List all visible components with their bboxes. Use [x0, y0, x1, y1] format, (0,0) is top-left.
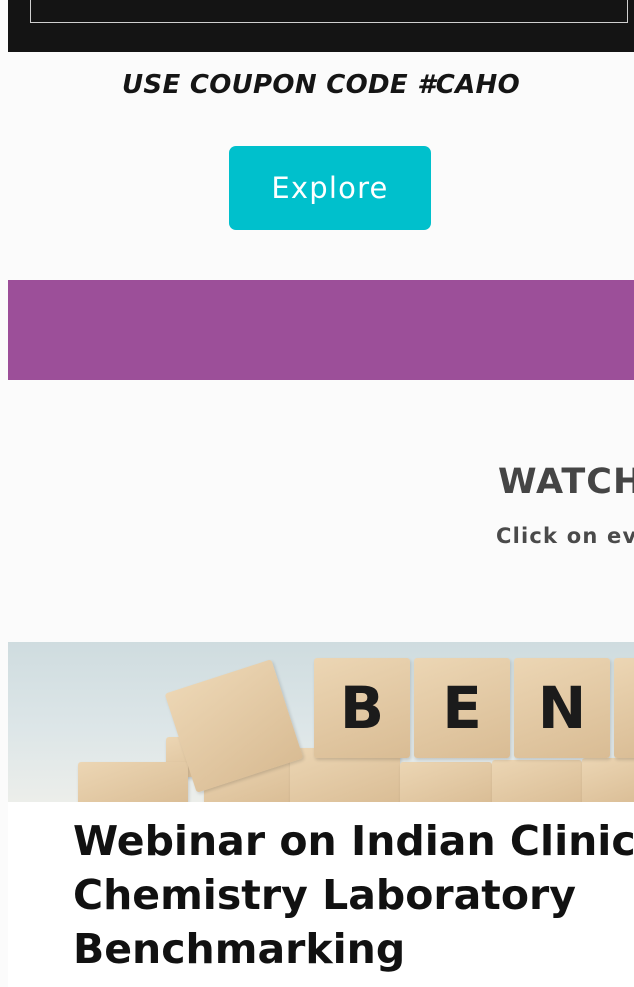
webinar-image: B E N: [8, 642, 634, 802]
webinar-card[interactable]: B E N Webinar on Indian Clinic Chemistry…: [8, 642, 634, 987]
letter-block: B: [314, 658, 410, 758]
wooden-block: [400, 762, 492, 802]
coupon-code-text: USE COUPON CODE #CAHO: [122, 70, 520, 100]
banner-frame: [30, 0, 628, 23]
watch-heading: WATCH: [498, 462, 634, 502]
wooden-block: [78, 762, 188, 802]
wooden-block: [492, 760, 582, 802]
explore-button[interactable]: Explore: [229, 146, 431, 230]
watch-subtitle: Click on eve: [496, 524, 634, 548]
wooden-block: [582, 758, 634, 802]
webinar-title: Webinar on Indian Clinic Chemistry Labor…: [73, 817, 634, 973]
purple-banner: [8, 280, 634, 380]
dark-banner: [8, 0, 634, 52]
letter-block: E: [414, 658, 510, 758]
letter-block-partial: [614, 658, 634, 758]
letter-block: N: [514, 658, 610, 758]
